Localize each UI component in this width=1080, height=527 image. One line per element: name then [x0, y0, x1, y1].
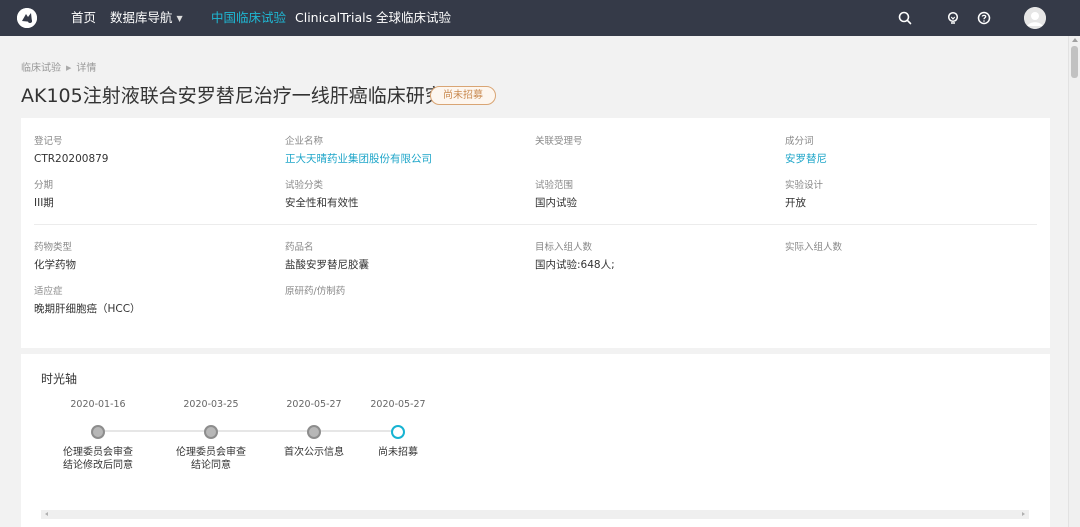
scroll-left-icon[interactable] — [45, 512, 48, 516]
top-nav-bar: 首页 数据库导航 ▼ 中国临床试验 ClinicalTrials 全球临床试验 — [0, 0, 1080, 36]
divider — [34, 224, 1037, 225]
nav-home[interactable]: 首页 — [71, 10, 96, 26]
field-indication: 适应症 晚期肝细胞癌（HCC） — [34, 286, 141, 316]
field-value: 国内试验:648人; — [535, 259, 615, 271]
field-ingredient: 成分词 安罗替尼 — [785, 136, 827, 166]
field-category: 试验分类 安全性和有效性 — [285, 180, 359, 210]
field-value: 盐酸安罗替尼胶囊 — [285, 259, 369, 271]
breadcrumb-trials-link[interactable]: 临床试验 — [21, 63, 61, 74]
timeline-date: 2020-01-16 — [70, 399, 126, 410]
field-value: 国内试验 — [535, 197, 577, 209]
field-reg-no: 登记号 CTR20200879 — [34, 136, 108, 166]
chevron-right-icon: ▶ — [66, 64, 72, 72]
timeline-step-current: 2020-05-27 尚未招募 — [343, 399, 453, 459]
horizontal-scrollbar[interactable] — [41, 510, 1029, 519]
help-icon[interactable] — [976, 10, 992, 26]
field-label: 目标入组人数 — [535, 242, 593, 253]
timeline-dot[interactable] — [91, 425, 105, 439]
status-badge: 尚未招募 — [430, 86, 496, 105]
ingredient-link[interactable]: 安罗替尼 — [785, 152, 827, 166]
field-value: CTR20200879 — [34, 153, 109, 165]
timeline-step: 2020-03-25 伦理委员会审查 结论同意 — [156, 399, 266, 472]
scroll-up-icon[interactable] — [1072, 38, 1078, 42]
bulb-icon[interactable] — [945, 10, 961, 26]
company-link[interactable]: 正大天晴药业集团股份有限公司 — [285, 152, 432, 166]
field-drug-name: 药品名 盐酸安罗替尼胶囊 — [285, 242, 369, 272]
field-generic: 原研药/仿制药 — [285, 286, 345, 302]
timeline-label: 结论修改后同意 — [63, 460, 133, 471]
field-actual-enroll: 实际入组人数 — [785, 242, 842, 258]
field-target-enroll: 目标入组人数 国内试验:648人; — [535, 242, 615, 272]
field-label: 关联受理号 — [535, 136, 583, 147]
field-scope: 试验范围 国内试验 — [535, 180, 577, 210]
timeline-dot[interactable] — [204, 425, 218, 439]
trial-info-card: 登记号 CTR20200879 企业名称 正大天晴药业集团股份有限公司 关联受理… — [21, 118, 1050, 348]
user-avatar-icon[interactable] — [1024, 7, 1046, 29]
timeline-step: 2020-01-16 伦理委员会审查 结论修改后同意 — [43, 399, 153, 472]
logo-icon[interactable] — [17, 8, 37, 28]
timeline-title: 时光轴 — [41, 372, 78, 386]
field-label: 实验设计 — [785, 180, 824, 191]
timeline-label: 尚未招募 — [378, 447, 418, 458]
timeline-card: 时光轴 2020-01-16 伦理委员会审查 结论修改后同意 2020-03-2… — [21, 354, 1050, 527]
field-value: 化学药物 — [34, 259, 76, 271]
timeline-label: 结论同意 — [191, 460, 231, 471]
page-title: AK105注射液联合安罗替尼治疗一线肝癌临床研究 — [21, 85, 444, 107]
field-accept-no: 关联受理号 — [535, 136, 583, 152]
field-design: 实验设计 开放 — [785, 180, 823, 210]
field-value: III期 — [34, 197, 54, 209]
field-label: 实际入组人数 — [785, 242, 843, 253]
timeline-dot-current[interactable] — [391, 425, 405, 439]
nav-china-trials[interactable]: 中国临床试验 — [211, 10, 286, 26]
field-company: 企业名称 正大天晴药业集团股份有限公司 — [285, 136, 432, 166]
field-label: 药品名 — [285, 242, 314, 253]
field-label: 成分词 — [785, 136, 814, 147]
breadcrumb-detail: 详情 — [76, 63, 97, 74]
scrollbar-thumb[interactable] — [1071, 46, 1078, 78]
chevron-down-icon: ▼ — [176, 14, 183, 23]
scroll-right-icon[interactable] — [1022, 512, 1025, 516]
nav-database-dropdown[interactable]: 数据库导航 ▼ — [110, 10, 183, 27]
field-value: 安全性和有效性 — [285, 197, 359, 209]
nav-clinicaltrials[interactable]: ClinicalTrials — [295, 10, 372, 26]
timeline-dot[interactable] — [307, 425, 321, 439]
timeline-date: 2020-05-27 — [370, 399, 426, 410]
field-label: 企业名称 — [285, 136, 324, 147]
vertical-scrollbar[interactable] — [1068, 36, 1080, 527]
field-value: 晚期肝细胞癌（HCC） — [34, 303, 141, 315]
field-drug-type: 药物类型 化学药物 — [34, 242, 76, 272]
field-label: 分期 — [34, 180, 54, 191]
field-value: 开放 — [785, 197, 806, 209]
breadcrumb: 临床试验 ▶ 详情 — [21, 59, 96, 74]
timeline-date: 2020-03-25 — [183, 399, 239, 410]
timeline-label: 伦理委员会审查 — [63, 447, 133, 458]
search-icon[interactable] — [897, 10, 913, 26]
field-label: 试验范围 — [535, 180, 574, 191]
field-label: 登记号 — [34, 136, 63, 147]
nav-global-trials[interactable]: 全球临床试验 — [376, 10, 451, 26]
field-label: 药物类型 — [34, 242, 73, 253]
field-label: 原研药/仿制药 — [285, 286, 346, 297]
timeline-label: 伦理委员会审查 — [176, 447, 246, 458]
nav-database-label: 数据库导航 — [110, 10, 173, 25]
field-phase: 分期 III期 — [34, 180, 54, 210]
field-label: 适应症 — [34, 286, 63, 297]
field-label: 试验分类 — [285, 180, 324, 191]
